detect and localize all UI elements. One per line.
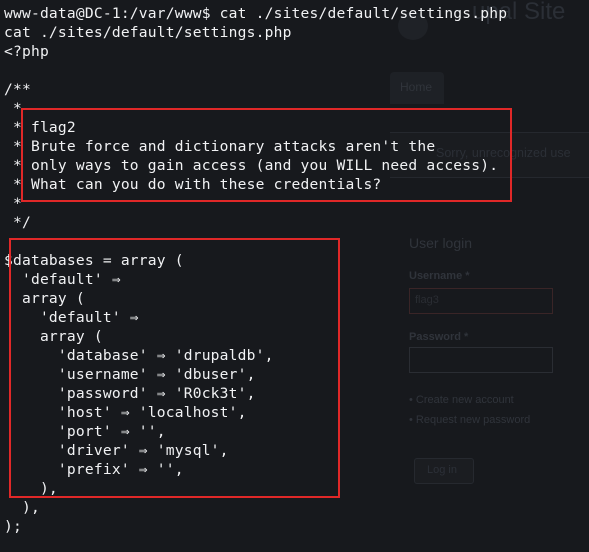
- terminal-line: /**: [4, 81, 31, 98]
- terminal-line: *: [4, 195, 22, 212]
- flag2-highlight-box: [21, 108, 512, 202]
- terminal-line: www-data@DC-1:/var/www$ cat ./sites/defa…: [4, 5, 508, 22]
- terminal-line: cat ./sites/default/settings.php: [4, 24, 292, 41]
- terminal-line: *: [4, 100, 22, 117]
- terminal-line: ),: [4, 499, 40, 516]
- terminal-line: );: [4, 518, 22, 535]
- terminal-line: <?php: [4, 43, 49, 60]
- terminal-line: */: [4, 214, 31, 231]
- credentials-highlight-box: [9, 238, 340, 498]
